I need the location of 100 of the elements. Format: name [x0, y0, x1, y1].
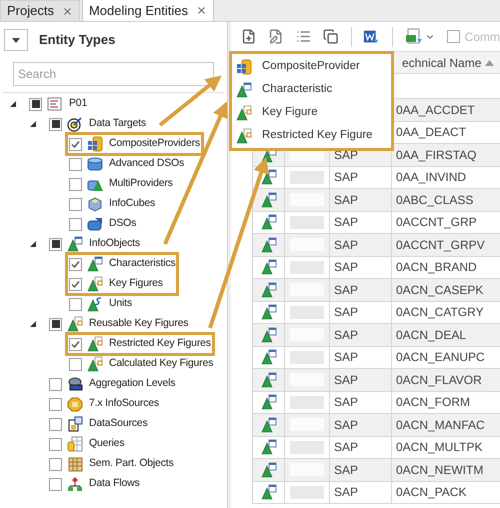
menu-item[interactable]: Restricted Key Figure [232, 124, 391, 147]
close-icon[interactable] [196, 5, 207, 16]
expand-toggle[interactable] [29, 120, 37, 128]
tree-item-label[interactable]: Data Flows [89, 476, 142, 492]
grid-icon [67, 456, 83, 472]
triangle-table-icon [260, 394, 276, 410]
checkbox[interactable] [69, 258, 82, 270]
triangle-square-icon [236, 128, 252, 144]
tree-item-label[interactable]: InfoObjects [89, 236, 142, 252]
checkbox-label: Comm [464, 28, 500, 46]
table-cell-text: SAP [334, 416, 358, 434]
checkbox[interactable] [69, 138, 82, 150]
grid-cylinder-icon [87, 136, 103, 152]
triangle-square-icon [87, 276, 103, 292]
checkbox[interactable] [69, 198, 82, 210]
table-cell-text: 0ACN_NEWITM [396, 462, 484, 479]
checkbox[interactable] [49, 118, 62, 130]
triangle-table-icon [260, 462, 276, 478]
table-cell-text: 0ACN_DEAL [396, 326, 466, 344]
search-field[interactable]: Search [13, 62, 214, 86]
table-cell-text: 0ACN_BRAND [396, 259, 477, 276]
new-file-icon[interactable] [241, 28, 256, 45]
table-cell-text: 0AA_ACCDET [396, 102, 475, 119]
tree-item-label[interactable]: P01 [69, 96, 90, 112]
tree-item-label[interactable]: CompositeProviders [109, 136, 202, 152]
checkbox[interactable] [69, 178, 82, 190]
triangle-table-icon [260, 439, 276, 456]
menu-item[interactable]: Key Figure [232, 101, 391, 124]
checkbox[interactable] [49, 418, 62, 430]
triangle-table-icon [236, 82, 252, 98]
table-cell-text: SAP [334, 484, 358, 502]
checkbox[interactable] [69, 358, 82, 370]
table-cell-text: 0ACN_CASEPK [396, 282, 484, 299]
export-button[interactable] [404, 28, 435, 46]
tree-item-label[interactable]: DSOs [109, 216, 138, 232]
document-export-icon[interactable] [363, 28, 380, 46]
tree-item-label[interactable]: InfoCubes [109, 196, 158, 212]
table-cell-text: 0AA_FIRSTAQ [396, 146, 476, 164]
tree-item-label[interactable]: Units [109, 296, 134, 312]
table-cell-text: 0AA_DEACT [396, 124, 466, 142]
expand-toggle[interactable] [9, 100, 17, 108]
tree-item-label[interactable]: Restricted Key Figures [109, 336, 213, 352]
tree-item-label[interactable]: 7.x InfoSources [89, 396, 161, 412]
table-cell-text: SAP [334, 394, 358, 412]
checkbox[interactable] [49, 458, 62, 470]
triangle-table-icon [260, 259, 276, 276]
checkbox[interactable] [49, 478, 62, 490]
checkbox[interactable] [69, 218, 82, 230]
checkbox[interactable] [49, 398, 62, 410]
expand-toggle[interactable] [29, 320, 37, 328]
checkbox[interactable] [49, 378, 62, 390]
tab[interactable]: Modeling Entities [82, 0, 214, 21]
cylinder-sheet-icon [67, 436, 83, 452]
tree-item-label[interactable]: MultiProviders [109, 176, 175, 192]
triangle-table-icon [260, 326, 276, 343]
tree-item-label[interactable]: Characteristics [109, 256, 178, 272]
checkbox[interactable] [49, 438, 62, 450]
table-cell-text: 0ACN_MANFAC [396, 416, 485, 434]
checkbox[interactable] [69, 278, 82, 290]
target-icon [67, 116, 83, 132]
tree-item-label[interactable]: Calculated Key Figures [109, 356, 216, 372]
tree-item-label[interactable]: Aggregation Levels [89, 376, 178, 392]
table-cell-text: SAP [334, 282, 358, 299]
triangle-square-icon [67, 316, 83, 332]
checkbox[interactable] [49, 318, 62, 330]
grid-cylinder-icon [236, 58, 252, 74]
triangle-table-icon [260, 192, 276, 208]
menu-item[interactable]: Characteristic [232, 78, 391, 101]
menu-item[interactable]: CompositeProvider [232, 55, 391, 78]
document-icon [47, 96, 63, 112]
column-header[interactable]: echnical Name [401, 54, 500, 72]
tab[interactable]: Projects [0, 0, 80, 21]
expand-toggle[interactable] [29, 240, 37, 248]
close-icon[interactable] [62, 6, 73, 16]
checkbox[interactable] [446, 30, 460, 43]
tree-item-label[interactable]: Queries [89, 436, 126, 452]
tree-item-label[interactable]: DataSources [89, 416, 150, 432]
checkbox[interactable] [69, 158, 82, 170]
tree-item-label[interactable]: Sem. Part. Objects [89, 456, 176, 472]
checkbox[interactable] [69, 298, 82, 310]
octagon-icon [67, 396, 83, 412]
tree-item-label[interactable]: Data Targets [89, 116, 148, 132]
triangle-table-icon [260, 169, 276, 186]
tree-item-label[interactable]: Key Figures [109, 276, 165, 292]
table-cell-text: 0ACN_MULTPK [396, 439, 482, 456]
triangle-table-icon [260, 349, 276, 366]
tree-item-label[interactable]: Advanced DSOs [109, 156, 186, 172]
triangle-table-icon [87, 256, 103, 272]
table-cell-text: SAP [334, 169, 358, 186]
checkbox[interactable] [69, 338, 82, 350]
checkbox[interactable] [29, 98, 42, 110]
table-cell-text: SAP [334, 214, 358, 232]
tree-item-label[interactable]: Reusable Key Figures [89, 316, 190, 332]
triangle-square-icon [87, 336, 103, 352]
edit-file-icon[interactable] [268, 28, 284, 45]
table-cell-text: 0ABC_CLASS [396, 192, 474, 209]
copy-icon[interactable] [323, 28, 339, 45]
dropdown-button[interactable] [4, 29, 28, 51]
checkbox[interactable] [49, 238, 62, 250]
triangle-table-icon [260, 236, 276, 253]
